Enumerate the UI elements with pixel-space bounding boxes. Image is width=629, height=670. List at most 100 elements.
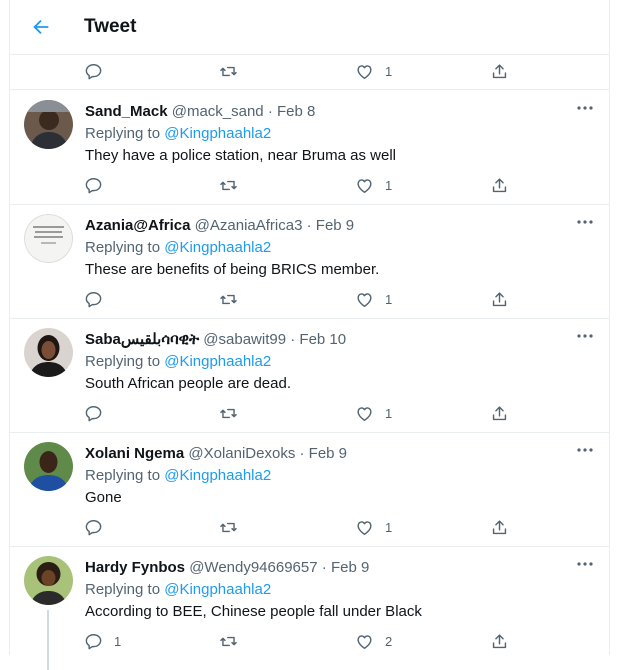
user-handle[interactable]: @AzaniaAfrica3 [195, 217, 303, 234]
more-icon[interactable] [573, 554, 597, 574]
display-name[interactable]: Sand_Mack [85, 103, 168, 120]
like-button[interactable]: 1 [355, 168, 392, 202]
share-icon [492, 519, 507, 534]
reply-button[interactable] [84, 168, 114, 202]
arrow-left-icon[interactable] [30, 16, 52, 38]
mention-link[interactable]: @Kingphaahla2 [164, 581, 271, 598]
replying-to: Replying to @Kingphaahla2 [85, 238, 271, 258]
avatar[interactable] [24, 328, 73, 377]
display-name[interactable]: Azania@Africa [85, 217, 191, 234]
more-icon[interactable] [573, 212, 597, 232]
tweet-header: Xolani Ngema @XolaniDexoks · Feb 9 [85, 444, 347, 464]
separator-dot: · [267, 103, 273, 120]
replying-to: Replying to @Kingphaahla2 [85, 466, 271, 486]
separator-dot: · [306, 217, 312, 234]
avatar[interactable] [24, 442, 73, 491]
share-button[interactable] [490, 396, 509, 430]
tweet-date[interactable]: Feb 8 [277, 103, 315, 120]
tweet-header: Hardy Fynbos @Wendy94669657 · Feb 9 [85, 558, 369, 578]
share-icon [492, 405, 507, 420]
retweet-button[interactable] [219, 624, 249, 658]
replying-to-label: Replying to [85, 581, 161, 598]
like-button[interactable]: 1 [355, 510, 392, 544]
mention-link[interactable]: @Kingphaahla2 [164, 353, 271, 370]
page-header: Tweet [10, 0, 609, 55]
like-count: 2 [385, 633, 393, 649]
reply-icon [85, 633, 102, 649]
avatar[interactable] [24, 556, 73, 605]
mention-link[interactable]: @Kingphaahla2 [164, 125, 271, 142]
retweet-button[interactable] [219, 54, 238, 88]
share-button[interactable] [490, 510, 509, 544]
more-icon[interactable] [573, 98, 597, 118]
share-button[interactable] [490, 54, 509, 88]
tweet-actions: 1 2 [10, 624, 609, 658]
tweet-card[interactable]: Sand_Mack @mack_sand · Feb 8 Replying to… [10, 90, 609, 205]
retweet-icon [220, 66, 237, 76]
share-button[interactable] [490, 168, 509, 202]
heart-icon [357, 64, 372, 79]
display-name[interactable]: Xolani Ngema [85, 445, 184, 462]
share-icon [492, 633, 507, 648]
tweet-card[interactable]: Sabaبلقيسሳባዊት @sabawit99 · Feb 10 Replyi… [10, 318, 609, 433]
retweet-button[interactable] [219, 510, 249, 544]
timeline-column: Tweet 1 Sand_Mack @mack_sand · Feb 8 Rep… [9, 0, 610, 670]
like-button[interactable]: 1 [355, 396, 392, 430]
reply-button[interactable] [84, 510, 114, 544]
share-button[interactable] [490, 282, 509, 316]
more-icon[interactable] [573, 326, 597, 346]
replying-to-label: Replying to [85, 353, 161, 370]
avatar[interactable] [24, 100, 73, 149]
reply-count: 1 [114, 633, 122, 649]
share-button[interactable] [490, 624, 509, 658]
heart-icon [357, 292, 372, 307]
mention-link[interactable]: @Kingphaahla2 [164, 239, 271, 256]
user-handle[interactable]: @Wendy94669657 [189, 559, 317, 576]
tweet-date[interactable]: Feb 9 [316, 217, 354, 234]
like-count: 1 [385, 519, 393, 535]
tweet-text: They have a police station, near Bruma a… [85, 147, 396, 164]
share-icon [492, 63, 507, 78]
tweet-actions: 1 [10, 168, 609, 202]
reply-button[interactable] [84, 54, 103, 88]
avatar[interactable] [24, 214, 73, 263]
retweet-button[interactable] [219, 396, 249, 430]
heart-icon [357, 634, 372, 649]
tweet-date[interactable]: Feb 9 [331, 559, 369, 576]
retweet-button[interactable] [219, 168, 249, 202]
user-handle[interactable]: @mack_sand [172, 103, 264, 120]
retweet-icon [220, 180, 237, 190]
retweet-button[interactable] [219, 282, 249, 316]
separator-dot: · [299, 445, 305, 462]
display-name[interactable]: Hardy Fynbos [85, 559, 185, 576]
like-button[interactable]: 1 [355, 54, 392, 88]
replying-to: Replying to @Kingphaahla2 [85, 124, 271, 144]
tweet-date[interactable]: Feb 9 [309, 445, 347, 462]
tweet-card[interactable]: Azania@Africa @AzaniaAfrica3 · Feb 9 Rep… [10, 204, 609, 319]
like-count: 1 [385, 63, 393, 79]
tweet-actions: 1 [10, 282, 609, 316]
retweet-icon [220, 408, 237, 418]
reply-button[interactable]: 1 [84, 624, 121, 658]
heart-icon [357, 406, 372, 421]
like-button[interactable]: 2 [355, 624, 392, 658]
like-button[interactable]: 1 [355, 282, 392, 316]
reply-button[interactable] [84, 396, 114, 430]
reply-icon [85, 405, 102, 421]
user-handle[interactable]: @XolaniDexoks [188, 445, 295, 462]
tweet-card[interactable]: Hardy Fynbos @Wendy94669657 · Feb 9 Repl… [10, 546, 609, 670]
tweet-text: According to BEE, Chinese people fall un… [85, 603, 422, 620]
user-handle[interactable]: @sabawit99 [203, 331, 286, 348]
like-count: 1 [385, 405, 393, 421]
reply-button[interactable] [84, 282, 114, 316]
mention-link[interactable]: @Kingphaahla2 [164, 467, 271, 484]
reply-icon [85, 177, 102, 193]
tweet-actions: 1 [10, 510, 609, 544]
tweet-card[interactable]: Xolani Ngema @XolaniDexoks · Feb 9 Reply… [10, 432, 609, 547]
tweet-header: Sabaبلقيسሳባዊት @sabawit99 · Feb 10 [85, 330, 346, 350]
like-count: 1 [385, 291, 393, 307]
more-icon[interactable] [573, 440, 597, 460]
display-name[interactable]: Sabaبلقيسሳባዊት [85, 331, 199, 348]
replying-to-label: Replying to [85, 239, 161, 256]
tweet-date[interactable]: Feb 10 [299, 331, 346, 348]
